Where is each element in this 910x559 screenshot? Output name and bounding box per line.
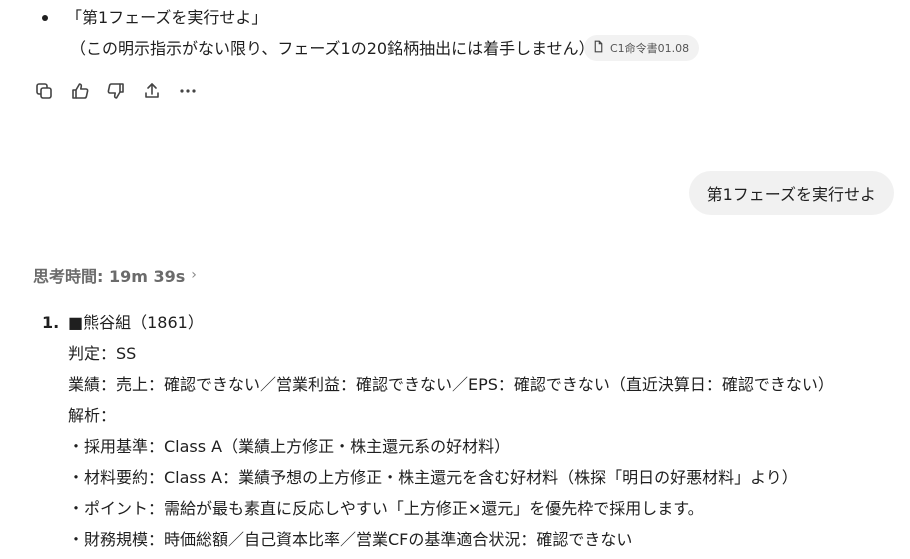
- bullet-subtext: （この明示指示がない限り、フェーズ1の20銘柄抽出には着手しません）: [70, 39, 595, 58]
- more-icon: [180, 89, 196, 93]
- financial-scale-line: ・財務規模：時価総額／自己資本比率／営業CFの基準適合状況：確認できない: [68, 530, 633, 549]
- message-actions: [30, 78, 202, 104]
- point-line: ・ポイント：需給が最も素直に反応しやすい「上方修正×還元」を優先枠で採用します。: [68, 499, 704, 518]
- material-summary-line: ・材料要約：Class A：業績予想の上方修正・株主還元を含む好材料（株探「明日…: [68, 468, 798, 487]
- share-icon: [145, 83, 159, 98]
- thumbs-down-button[interactable]: [102, 78, 130, 104]
- list-number: 1.: [42, 313, 60, 332]
- rating-line: 判定：SS: [68, 344, 137, 363]
- analysis-heading: 解析：: [68, 406, 117, 425]
- thinking-time-label: 思考時間: 19m 39s: [33, 267, 186, 286]
- copy-button[interactable]: [30, 78, 58, 104]
- answer-item: ■熊谷組（1861） 判定：SS 業績：売上：確認できない／営業利益：確認できな…: [68, 307, 834, 555]
- citation-chip[interactable]: C1命令書01.08: [584, 35, 700, 61]
- thumbs-down-icon: [107, 83, 124, 99]
- document-icon: [592, 40, 605, 56]
- bullet-text: 「第1フェーズを実行せよ」: [66, 8, 268, 27]
- stock-title: ■熊谷組（1861）: [68, 313, 204, 332]
- chat-page: 「第1フェーズを実行せよ」 （この明示指示がない限り、フェーズ1の20銘柄抽出に…: [0, 0, 910, 559]
- thumbs-up-button[interactable]: [66, 78, 94, 104]
- chevron-right-icon: ›: [191, 267, 197, 283]
- criteria-line: ・採用基準：Class A（業績上方修正・株主還元系の好材料）: [68, 437, 511, 456]
- bullet-dot: [42, 15, 48, 21]
- more-button[interactable]: [174, 78, 202, 104]
- thumbs-up-icon: [72, 83, 89, 99]
- copy-icon: [36, 83, 52, 99]
- citation-label: C1命令書01.08: [610, 42, 690, 55]
- thinking-time-toggle[interactable]: 思考時間: 19m 39s ›: [33, 263, 197, 287]
- share-button[interactable]: [138, 78, 166, 104]
- user-message-bubble: 第1フェーズを実行せよ: [688, 171, 894, 215]
- performance-line: 業績：売上：確認できない／営業利益：確認できない／EPS：確認できない（直近決算…: [68, 375, 834, 394]
